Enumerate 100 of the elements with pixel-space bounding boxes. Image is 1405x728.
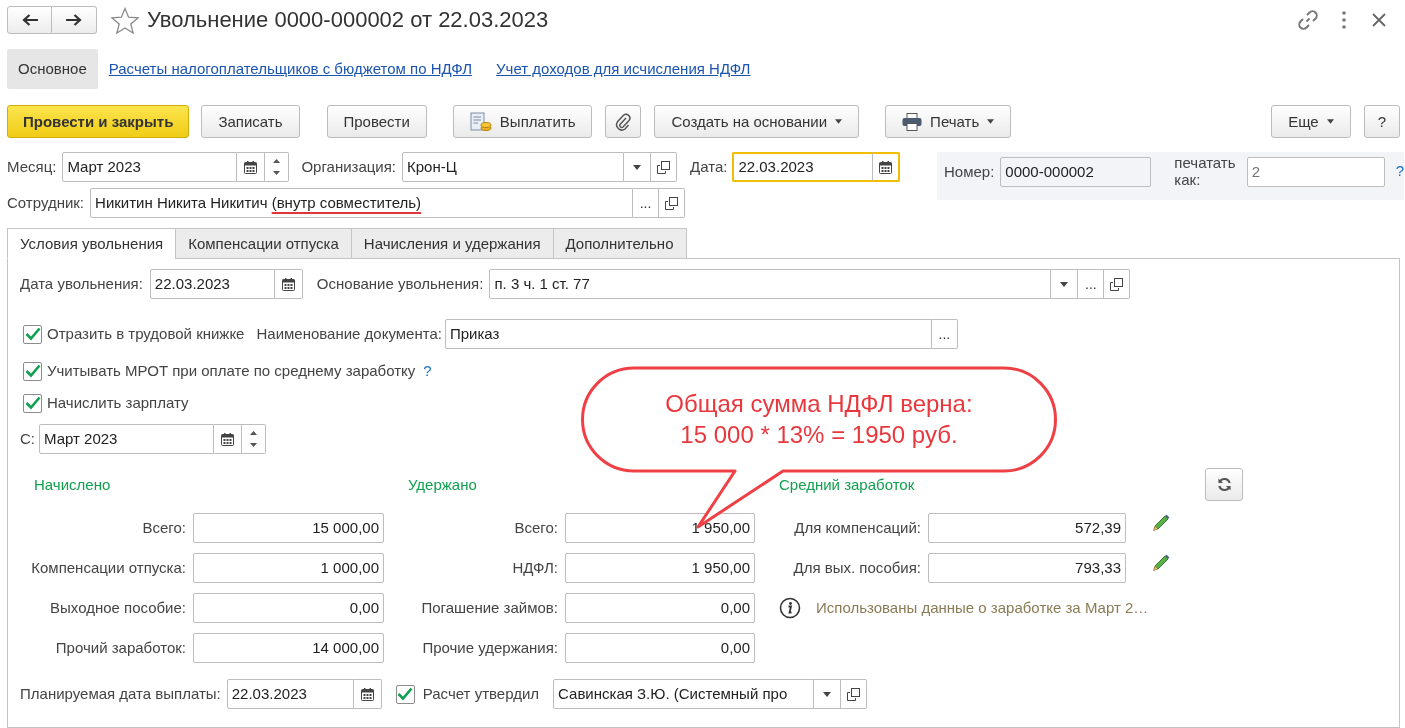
month-field[interactable]: Март 2023	[62, 152, 238, 182]
refresh-button[interactable]	[1205, 468, 1243, 501]
field-label: Месяц:	[7, 158, 57, 176]
calendar-icon	[879, 160, 893, 174]
caret-icon	[633, 164, 642, 170]
amount-field[interactable]: 1 950,00	[565, 513, 755, 543]
calendar-button[interactable]	[872, 152, 901, 182]
toolbar-button[interactable]: Провести	[326, 105, 427, 138]
field-label: Наименование документа:	[256, 325, 442, 343]
menu-button[interactable]: Создать на основании	[654, 105, 860, 138]
open-button[interactable]	[841, 679, 868, 709]
checkbox-label[interactable]: Учитывать МРОТ при оплате по среднему заработку	[47, 362, 416, 380]
field-label: Дата увольнения:	[20, 275, 143, 293]
section-tab[interactable]: Основное	[7, 49, 98, 89]
field-label: Номер:	[944, 163, 995, 181]
number-field: 0000-000002	[1000, 157, 1152, 187]
pencil-icon[interactable]	[1151, 552, 1171, 572]
form-tab[interactable]: Условия увольнения	[7, 228, 177, 259]
caret-icon	[1060, 281, 1069, 287]
checkbox-label[interactable]: Расчет утвердил	[422, 685, 540, 703]
window-title: Увольнение 0000-000002 от 22.03.2023	[147, 6, 549, 34]
dismissal-reason-field[interactable]: п. 3 ч. 1 ст. 77	[489, 269, 1052, 299]
amount-field[interactable]: 572,39	[928, 513, 1126, 543]
open-window-icon	[657, 160, 671, 174]
forward-arrow-icon	[66, 14, 82, 26]
more-icon[interactable]	[1342, 11, 1346, 29]
amount-field[interactable]: 0,00	[565, 633, 755, 663]
checkbox[interactable]	[23, 393, 42, 413]
toolbar-button[interactable]: ?	[1363, 105, 1400, 138]
amount-field[interactable]: 1 000,00	[193, 553, 384, 583]
section-link[interactable]: Расчеты налогоплательщиков с бюджетом по НДФЛ	[108, 60, 473, 78]
amount-field[interactable]: 15 000,00	[193, 513, 384, 543]
section-link[interactable]: Учет доходов для исчисления НДФЛ	[496, 60, 751, 78]
field-label: Выходное пособие:	[49, 599, 187, 617]
choose-button[interactable]: ...	[633, 188, 660, 218]
amount-field[interactable]: 793,33	[928, 553, 1126, 583]
calendar-button[interactable]	[214, 424, 242, 454]
amount-field[interactable]: 0,00	[565, 593, 755, 623]
section-heading: Средний заработок	[778, 475, 916, 494]
field-label: НДФЛ:	[511, 559, 559, 577]
field-label: Основание увольнения:	[316, 275, 484, 293]
help-link[interactable]: ?	[423, 362, 432, 380]
field-label: Компенсации отпуска:	[30, 559, 187, 577]
close-icon[interactable]	[1372, 13, 1386, 27]
open-button[interactable]	[659, 188, 686, 218]
checkbox[interactable]	[23, 324, 42, 344]
choose-button[interactable]: ...	[1078, 269, 1105, 299]
calendar-button[interactable]	[274, 269, 303, 299]
payment-date-field[interactable]: 22.03.2023	[226, 679, 354, 709]
calendar-button[interactable]	[353, 679, 382, 709]
from-month-field[interactable]: Март 2023	[39, 424, 214, 454]
open-button[interactable]	[651, 152, 678, 182]
attach-button[interactable]	[605, 105, 642, 138]
field-label: Дата:	[690, 158, 728, 176]
date-field[interactable]: 22.03.2023	[732, 152, 873, 182]
checkbox-label[interactable]: Отразить в трудовой книжке	[47, 325, 245, 343]
dropdown-button[interactable]	[814, 679, 842, 709]
help-link[interactable]: ?	[1395, 162, 1404, 180]
form-tab[interactable]: Дополнительно	[552, 228, 687, 259]
field-label: С:	[20, 430, 35, 448]
amount-field[interactable]: 14 000,00	[193, 633, 384, 663]
choose-button[interactable]: ...	[931, 319, 958, 349]
dropdown-button[interactable]	[1051, 269, 1079, 299]
amount-field[interactable]: 1 950,00	[565, 553, 755, 583]
toolbar-button[interactable]: Записать	[201, 105, 300, 138]
field-label: Всего:	[141, 519, 187, 537]
dropdown-button[interactable]	[624, 152, 652, 182]
dismissal-date-field[interactable]: 22.03.2023	[149, 269, 275, 299]
back-button[interactable]	[7, 6, 52, 34]
form-tab[interactable]: Компенсации отпуска	[175, 228, 352, 259]
forward-button[interactable]	[52, 6, 97, 34]
employee-field[interactable]: Никитин Никита Никитич (внутр совместитель)	[90, 188, 634, 218]
calendar-button[interactable]	[237, 152, 266, 182]
menu-button[interactable]: Еще	[1271, 105, 1351, 138]
section-heading: Начислено	[33, 475, 112, 494]
calendar-icon	[360, 687, 374, 701]
organization-field[interactable]: Крон-Ц	[402, 152, 625, 182]
document-name-field[interactable]: Приказ	[444, 319, 932, 349]
print-button[interactable]: Печать	[885, 105, 1012, 138]
info-text: Использованы данные о заработке за Март 2…	[816, 599, 1149, 617]
checkbox[interactable]	[23, 361, 42, 381]
refresh-icon	[1216, 477, 1232, 492]
checkbox[interactable]	[395, 684, 415, 704]
checkbox-label[interactable]: Начислить зарплату	[47, 394, 189, 412]
spin-buttons[interactable]	[242, 424, 266, 454]
link-icon[interactable]	[1298, 10, 1318, 30]
calendar-icon	[221, 432, 234, 446]
caret-icon	[835, 119, 843, 124]
pay-button[interactable]: Выплатить	[452, 105, 593, 138]
amount-field[interactable]: 0,00	[193, 593, 384, 623]
pencil-icon[interactable]	[1151, 512, 1171, 532]
spin-buttons[interactable]	[265, 152, 290, 182]
post-and-close-button[interactable]: Провести и закрыть	[7, 105, 190, 138]
star-icon[interactable]	[111, 6, 139, 34]
caret-icon	[823, 691, 832, 697]
form-tab[interactable]: Начисления и удержания	[350, 228, 554, 259]
print-as-field[interactable]: 2	[1246, 157, 1385, 187]
open-window-icon	[847, 687, 861, 701]
open-button[interactable]	[1104, 269, 1131, 299]
approver-field[interactable]: Савинская З.Ю. (Системный про	[553, 679, 815, 709]
